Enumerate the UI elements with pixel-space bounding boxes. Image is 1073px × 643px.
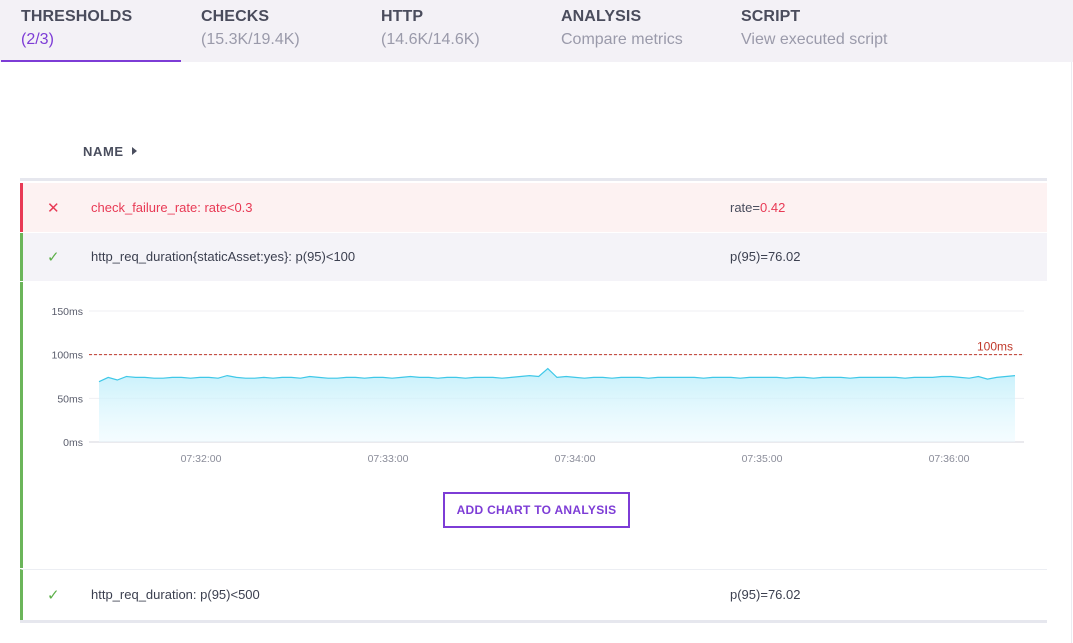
tab-checks[interactable]: CHECKS (15.3K/19.4K)	[181, 0, 361, 62]
tab-subtitle: (14.6K/14.6K)	[381, 31, 480, 48]
tab-title: CHECKS	[201, 8, 270, 25]
value-number: 76.02	[767, 587, 801, 602]
threshold-chart: 0ms 50ms 100ms 150ms 100ms 07:32:00 07:33:00 07…	[51, 306, 1024, 465]
threshold-value: rate=0.42	[730, 200, 785, 215]
tab-title: HTTP	[381, 8, 424, 25]
threshold-value: p(95)=76.02	[730, 587, 801, 602]
threshold-row-check-failure-rate[interactable]: ✕ check_failure_rate: rate<0.3 rate=0.42	[20, 183, 1047, 232]
x-tick-label: 07:34:00	[555, 453, 596, 465]
tab-thresholds[interactable]: THRESHOLDS (2/3)	[1, 0, 181, 62]
x-tick-label: 07:35:00	[742, 453, 783, 465]
table-bottom-divider	[20, 620, 1047, 623]
add-chart-to-analysis-button[interactable]: ADD CHART TO ANALYSIS	[443, 492, 630, 528]
y-tick-label: 0ms	[63, 437, 83, 449]
value-prefix: p(95)=	[730, 249, 768, 264]
y-tick-label: 150ms	[51, 306, 83, 318]
tab-subtitle: (2/3)	[21, 31, 54, 48]
value-number: 76.02	[767, 249, 801, 264]
threshold-row-http-req-duration[interactable]: ✓ http_req_duration: p(95)<500 p(95)=76.…	[20, 569, 1047, 620]
value-prefix: p(95)=	[730, 587, 768, 602]
name-column-header[interactable]: NAME	[83, 144, 137, 159]
tab-script[interactable]: SCRIPT View executed script	[721, 0, 921, 62]
threshold-row-http-req-duration-static[interactable]: ✓ http_req_duration{staticAsset:yes}: p(…	[20, 233, 1047, 281]
threshold-label: 100ms	[977, 340, 1013, 354]
y-tick-label: 100ms	[51, 350, 83, 362]
threshold-name: http_req_duration: p(95)<500	[91, 587, 260, 602]
tab-title: ANALYSIS	[561, 8, 642, 25]
check-icon: ✓	[47, 587, 60, 604]
y-tick-label: 50ms	[57, 393, 83, 405]
name-header-label: NAME	[83, 144, 124, 159]
tab-analysis[interactable]: ANALYSIS Compare metrics	[541, 0, 721, 62]
table-top-divider	[20, 178, 1047, 181]
tab-subtitle: View executed script	[741, 31, 888, 48]
threshold-name: check_failure_rate: rate<0.3	[91, 200, 253, 215]
caret-right-icon	[131, 147, 137, 155]
tab-title: THRESHOLDS	[21, 8, 133, 25]
tab-subtitle: Compare metrics	[561, 31, 683, 48]
tab-http[interactable]: HTTP (14.6K/14.6K)	[361, 0, 541, 62]
x-tick-label: 07:36:00	[929, 453, 970, 465]
series-area	[99, 368, 1015, 442]
tab-bar: THRESHOLDS (2/3) CHECKS (15.3K/19.4K) HT…	[0, 0, 1073, 62]
check-icon: ✓	[47, 249, 60, 266]
tab-title: SCRIPT	[741, 8, 801, 25]
value-prefix: rate=	[730, 200, 760, 215]
value-number: 0.42	[760, 200, 786, 215]
tab-subtitle: (15.3K/19.4K)	[201, 31, 300, 48]
x-tick-label: 07:32:00	[181, 453, 222, 465]
close-icon: ✕	[47, 200, 60, 217]
threshold-value: p(95)=76.02	[730, 249, 801, 264]
threshold-name: http_req_duration{staticAsset:yes}: p(95…	[91, 249, 356, 264]
x-tick-label: 07:33:00	[368, 453, 409, 465]
